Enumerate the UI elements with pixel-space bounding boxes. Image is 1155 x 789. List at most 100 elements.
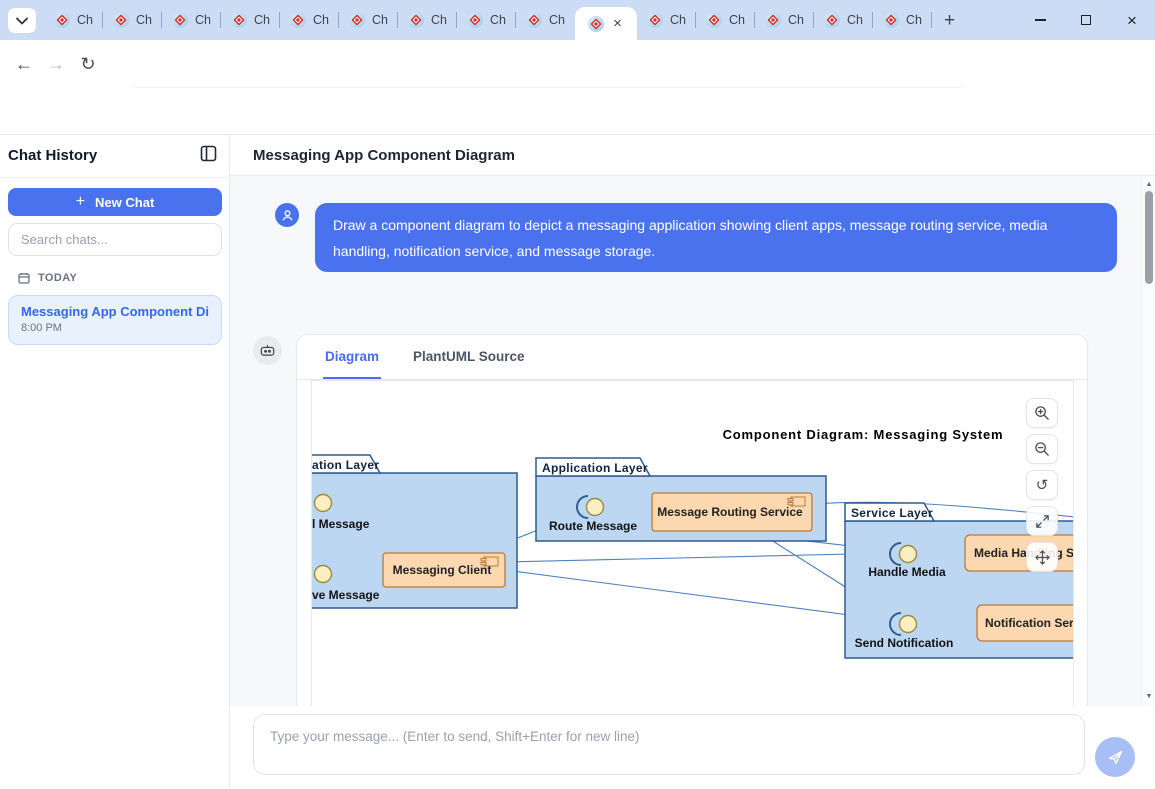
chat-history-item[interactable]: Messaging App Component Di... 8:00 PM [8,295,222,345]
visual-paradigm-favicon [883,12,899,28]
tab-diagram[interactable]: Diagram [323,335,381,379]
visual-paradigm-favicon [54,12,70,28]
browser-tab[interactable]: Ch [516,0,575,40]
browser-tab-active[interactable]: × [575,7,637,40]
chat-scrollbar[interactable]: ▲ ▼ [1141,176,1155,706]
new-tab-button[interactable]: + [936,7,963,34]
paper-plane-icon [1107,749,1124,766]
diagram-tab-bar: Diagram PlantUML Source [297,335,1087,380]
browser-tab[interactable]: Ch [44,0,103,40]
interface-handle-media-label: Handle Media [868,565,946,579]
fullscreen-button[interactable] [1026,506,1058,536]
browser-toolbar: ← → ↻ ai-toolbox.visual-paradigm.com/app… [0,40,1155,88]
uml-diagram-canvas: Component Diagram: Messaging System [312,381,1074,706]
interface-send-notification-label: Send Notification [855,636,954,650]
browser-tab[interactable]: Ch [755,0,814,40]
tab-close-icon[interactable]: × [611,16,624,31]
tab-label: Ch [136,13,152,27]
scroll-up-icon[interactable]: ▲ [1142,178,1155,192]
browser-tab[interactable]: Ch [280,0,339,40]
tab-label: Ch [906,13,922,27]
tab-label: Ch [431,13,447,27]
component-notification-label: Notification Serv [985,616,1074,630]
browser-tab[interactable]: Ch [873,0,932,40]
browser-tab[interactable]: Ch [696,0,755,40]
tab-label: Ch [313,13,329,27]
main-content: Messaging App Component Diagram Draw a c… [230,135,1155,789]
chat-item-title: Messaging App Component Di... [21,304,209,319]
chat-item-time: 8:00 PM [21,322,209,334]
window-close-button[interactable]: × [1109,0,1155,40]
reload-button[interactable]: ↻ [72,48,104,80]
section-label: TODAY [38,272,77,284]
history-section-header: TODAY [18,272,77,284]
sidebar-title: Chat History [8,147,97,164]
browser-window: ChChChChChChChChCh×ChChChChCh + × ← → ↻ … [0,0,1155,789]
minimize-button[interactable] [1017,0,1063,40]
scrollbar-thumb[interactable] [1145,191,1153,284]
browser-tab[interactable]: Ch [339,0,398,40]
app-header: Chatbot Visual Paradigm AI Assistant for… [0,88,1155,135]
visual-paradigm-favicon [349,12,365,28]
tab-plantuml-source[interactable]: PlantUML Source [411,335,527,379]
zoom-in-button[interactable] [1026,398,1058,428]
user-message-bubble: Draw a component diagram to depict a mes… [315,203,1117,272]
browser-tab[interactable]: Ch [814,0,873,40]
tab-list: ChChChChChChChChCh×ChChChChCh [44,0,932,40]
browser-tab[interactable]: Ch [103,0,162,40]
assistant-response-card: Diagram PlantUML Source Component Diagra… [296,334,1088,706]
tab-label: Ch [549,13,565,27]
chat-history-sidebar: Chat History + New Chat TODAY Messaging … [0,135,230,789]
zoom-out-button[interactable] [1026,434,1058,464]
interface-receive-message-label: ve Message [312,588,380,602]
message-input[interactable] [254,715,1084,774]
visual-paradigm-favicon [113,12,129,28]
visual-paradigm-favicon [290,12,306,28]
browser-tab[interactable]: Ch [162,0,221,40]
browser-tab[interactable]: Ch [221,0,280,40]
maximize-button[interactable] [1063,0,1109,40]
conversation-titlebar: Messaging App Component Diagram [230,135,1155,176]
forward-button[interactable]: → [40,48,72,80]
visual-paradigm-favicon [824,12,840,28]
search-chats-input[interactable] [8,223,222,256]
diagram-zoom-controls: ↺ [1026,398,1058,572]
tab-label: Ch [372,13,388,27]
interface-route-message-label: Route Message [549,519,637,533]
pan-button[interactable] [1026,542,1058,572]
interface-send-message-label: l Message [312,517,370,531]
visual-paradigm-favicon [526,12,542,28]
calendar-icon [18,272,30,284]
package-application-label: Application Layer [542,461,648,475]
visual-paradigm-favicon [467,12,483,28]
visual-paradigm-favicon [172,12,188,28]
collapse-sidebar-icon[interactable] [200,145,217,165]
diagram-viewport[interactable]: Component Diagram: Messaging System [311,380,1074,706]
tab-label: Ch [490,13,506,27]
page-title: Messaging App Component Diagram [253,147,515,164]
back-button[interactable]: ← [8,48,40,80]
visual-paradigm-favicon [588,16,604,32]
tab-search-chevron-icon[interactable] [8,8,36,33]
browser-tab[interactable]: Ch [457,0,516,40]
scroll-down-icon[interactable]: ▼ [1142,690,1155,704]
component-messaging-client-label: Messaging Client [393,563,492,577]
visual-paradigm-favicon [765,12,781,28]
plus-icon: + [76,193,85,211]
tab-label: Ch [729,13,745,27]
tab-label: Ch [254,13,270,27]
reset-view-button[interactable]: ↺ [1026,470,1058,500]
visual-paradigm-favicon [706,12,722,28]
window-controls: × [1017,0,1155,40]
new-chat-button[interactable]: + New Chat [8,188,222,216]
browser-tab[interactable]: Ch [637,0,696,40]
tab-label: Ch [77,13,93,27]
send-button[interactable] [1095,737,1135,777]
visual-paradigm-favicon [231,12,247,28]
visual-paradigm-favicon [647,12,663,28]
browser-tab[interactable]: Ch [398,0,457,40]
package-presentation-label: ation Layer [312,458,379,472]
uml-diagram-title: Component Diagram: Messaging System [723,427,1004,442]
message-composer [230,706,1155,789]
chat-message-area: Draw a component diagram to depict a mes… [230,176,1141,706]
